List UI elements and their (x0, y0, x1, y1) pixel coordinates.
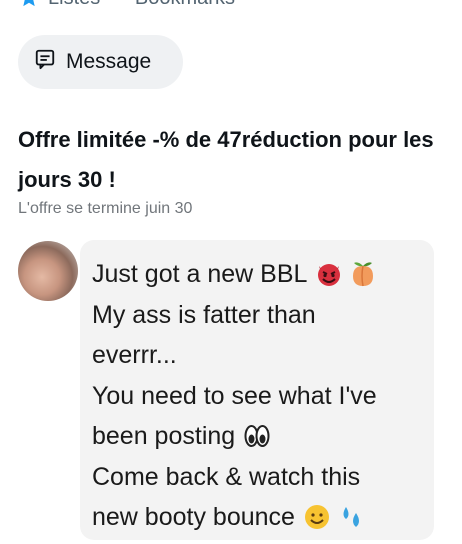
grin-icon (303, 503, 331, 531)
message-line: been posting (92, 416, 434, 457)
message-line-text: Just got a new BBL (92, 260, 308, 288)
message-button[interactable]: Message (18, 35, 183, 89)
message-line-text: everrr... (92, 341, 177, 369)
eyes-icon (243, 422, 271, 450)
message-line-text: been posting (92, 422, 236, 450)
avatar[interactable] (18, 241, 78, 301)
message-line: everrr... (92, 335, 434, 376)
smiling-devil-icon (315, 260, 343, 288)
message-line-text: My ass is fatter than (92, 300, 316, 329)
message-line: Just got a new BBL (92, 254, 434, 295)
message-line-text: new booty bounce (92, 503, 295, 531)
message-line-text: Come back & watch this (92, 462, 361, 491)
message-line: My ass is fatter than (92, 295, 434, 336)
offer-subtitle: L'offre se termine juin 30 (18, 200, 193, 217)
message-bubble: Just got a new BBL My ass is fatter than… (80, 240, 434, 540)
message-line: new booty bounce (92, 497, 434, 538)
message-icon (34, 48, 56, 76)
bookmarks-link[interactable]: Bookmarks (135, 0, 235, 10)
message-line: Come back & watch this (92, 457, 434, 498)
separator-dot: · (114, 0, 121, 10)
sweat-droplets-icon (337, 503, 365, 531)
message-line-text: You need to see what I've (92, 381, 377, 410)
top-actions-row: Listes · Bookmarks (18, 0, 235, 10)
lists-link[interactable]: Listes (48, 0, 100, 10)
star-icon (18, 0, 40, 9)
message-line: You need to see what I've (92, 376, 434, 417)
offer-title: Offre limitée -% de 47réduction pour les… (18, 127, 434, 192)
message-button-label: Message (66, 50, 152, 73)
peach-icon (349, 260, 377, 288)
